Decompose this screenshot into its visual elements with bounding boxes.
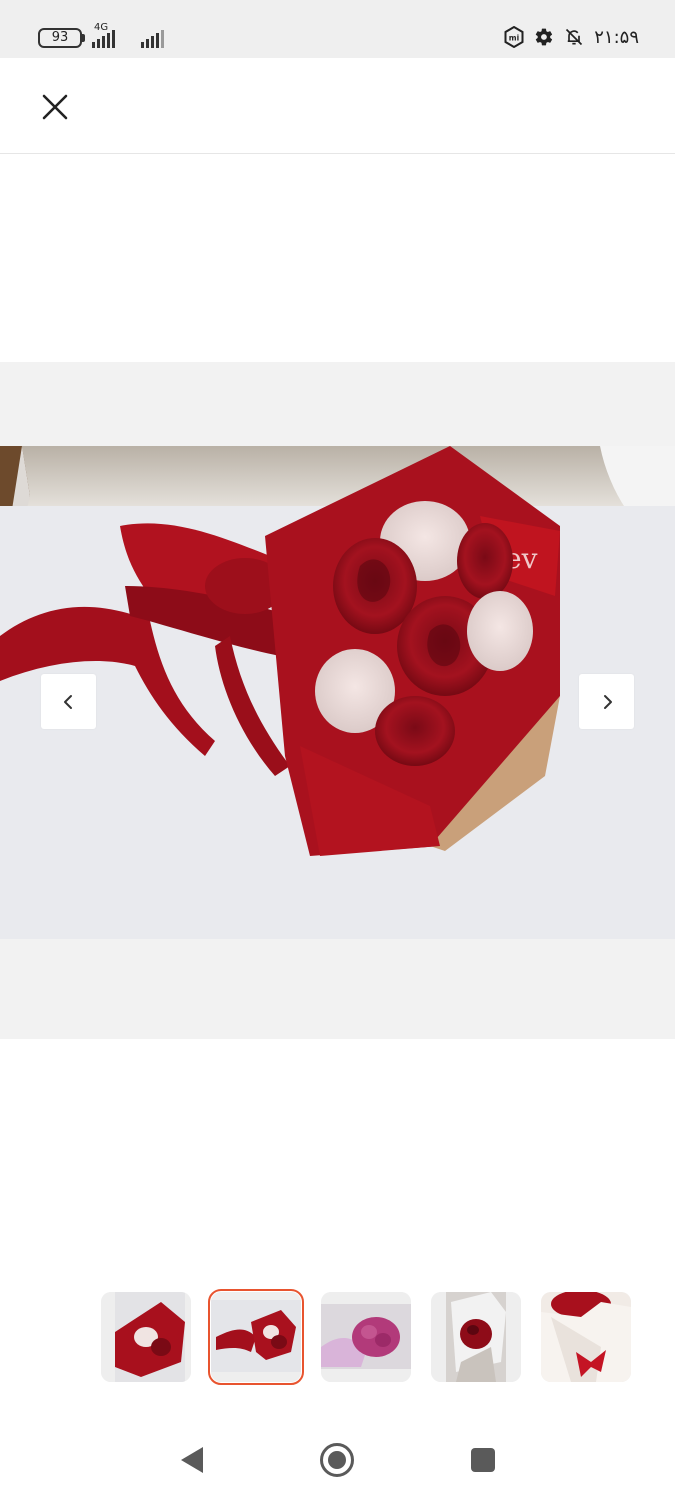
thumbnail-1[interactable] <box>101 1292 191 1382</box>
previous-image-button[interactable] <box>41 674 96 729</box>
battery-tip <box>82 34 85 42</box>
thumbnail-3[interactable] <box>321 1292 411 1382</box>
close-icon <box>42 94 68 120</box>
signal-icon <box>141 30 164 48</box>
recents-button[interactable] <box>465 1442 501 1478</box>
battery-icon: 93 <box>38 28 82 48</box>
home-button[interactable] <box>319 1442 355 1478</box>
bell-off-icon <box>566 28 583 46</box>
gear-icon <box>536 28 553 46</box>
mi-icon: mi <box>504 26 524 48</box>
thumbnail-image <box>431 1292 521 1382</box>
thumbnail-image <box>321 1292 411 1382</box>
main-product-photo[interactable]: ev <box>0 446 675 939</box>
thumbnail-image <box>541 1292 631 1382</box>
home-icon <box>320 1443 354 1477</box>
thumbnail-strip <box>101 1289 631 1385</box>
chevron-right-icon <box>603 694 612 709</box>
next-image-button[interactable] <box>579 674 634 729</box>
thumbnail-4[interactable] <box>431 1292 521 1382</box>
close-button[interactable] <box>36 88 74 126</box>
battery-level: 93 <box>51 30 69 45</box>
thumbnail-5[interactable] <box>541 1292 631 1382</box>
rose-bouquet-image: ev <box>0 446 675 939</box>
system-navigation-bar <box>0 1416 675 1500</box>
status-bar: 93 4G mi ۲۱:۵۹ <box>0 0 675 58</box>
back-button[interactable] <box>174 1442 210 1478</box>
thumbnail-image <box>211 1292 301 1382</box>
back-icon <box>181 1447 203 1473</box>
recents-icon <box>471 1448 495 1472</box>
signal-icon <box>92 30 115 48</box>
clock: ۲۱:۵۹ <box>594 26 639 48</box>
thumbnail-2[interactable] <box>208 1289 304 1385</box>
top-bar <box>0 58 675 154</box>
chevron-left-icon <box>63 694 72 709</box>
svg-text:mi: mi <box>509 34 519 43</box>
image-gallery[interactable]: ev <box>0 362 675 1039</box>
thumbnail-image <box>101 1292 191 1382</box>
status-right: mi ۲۱:۵۹ <box>504 26 639 48</box>
